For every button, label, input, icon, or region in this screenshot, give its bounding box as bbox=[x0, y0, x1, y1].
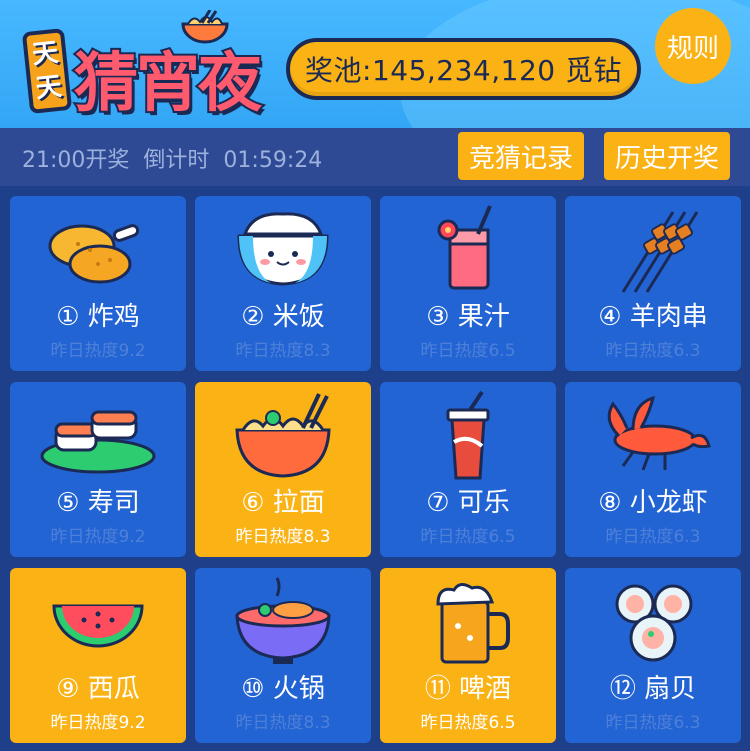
fried-chicken-icon bbox=[48, 224, 140, 284]
food-card-crayfish[interactable]: ⑧ 小龙虾 昨日热度6.3 bbox=[565, 382, 741, 557]
juice-icon bbox=[437, 205, 492, 290]
food-name: ⑧ 小龙虾 bbox=[598, 488, 708, 518]
logo-badge: 天 天 bbox=[21, 28, 73, 114]
food-card-rice[interactable]: ② 米饭 昨日热度8.3 bbox=[195, 196, 371, 371]
food-heat: 昨日热度6.5 bbox=[420, 341, 516, 361]
beer-icon bbox=[436, 583, 510, 664]
food-heat: 昨日热度9.2 bbox=[50, 527, 146, 547]
food-card-noodles[interactable]: ⑥ 拉面 昨日热度8.3 bbox=[195, 382, 371, 557]
food-heat: 昨日热度8.3 bbox=[235, 527, 331, 547]
draw-history-button[interactable]: 历史开奖 bbox=[604, 132, 730, 180]
logo-title: 猜宵夜 bbox=[72, 45, 264, 123]
watermelon-icon bbox=[52, 604, 144, 648]
food-name: ⑪ 啤酒 bbox=[424, 674, 512, 704]
food-heat: 昨日热度6.5 bbox=[420, 713, 516, 733]
food-name: ⑤ 寿司 bbox=[56, 488, 140, 518]
food-name: ⑨ 西瓜 bbox=[56, 674, 140, 704]
food-card-scallop[interactable]: ⑫ 扇贝 昨日热度6.3 bbox=[565, 568, 741, 743]
food-name: ⑫ 扇贝 bbox=[609, 674, 697, 704]
food-card-juice[interactable]: ③ 果汁 昨日热度6.5 bbox=[380, 196, 556, 371]
food-card-fried-chicken[interactable]: ① 炸鸡 昨日热度9.2 bbox=[10, 196, 186, 371]
logo-small-char-1: 天 bbox=[30, 37, 60, 71]
food-name: ⑦ 可乐 bbox=[426, 488, 510, 518]
food-heat: 昨日热度9.2 bbox=[50, 341, 146, 361]
food-heat: 昨日热度6.3 bbox=[605, 341, 701, 361]
logo-small-char-2: 天 bbox=[34, 71, 64, 105]
food-card-watermelon[interactable]: ⑨ 西瓜 昨日热度9.2 bbox=[10, 568, 186, 743]
sushi-icon bbox=[40, 410, 156, 474]
food-card-hotpot[interactable]: ⑩ 火锅 昨日热度8.3 bbox=[195, 568, 371, 743]
rice-bowl-icon bbox=[237, 212, 329, 286]
food-heat: 昨日热度6.3 bbox=[605, 713, 701, 733]
food-name: ③ 果汁 bbox=[426, 302, 510, 332]
food-heat: 昨日热度8.3 bbox=[235, 341, 331, 361]
food-card-skewers[interactable]: ④ 羊肉串 昨日热度6.3 bbox=[565, 196, 741, 371]
app-logo: 天 天 猜宵夜 bbox=[21, 8, 302, 123]
prize-pool-label: 奖池:145,234,120 觅钻 bbox=[305, 54, 622, 87]
header: 天 天 猜宵夜 奖池:145,234,120 觅钻 规则 bbox=[0, 0, 750, 128]
crayfish-icon bbox=[607, 395, 711, 471]
draw-time: 21:00开奖 bbox=[22, 148, 130, 173]
cola-icon bbox=[446, 390, 490, 480]
scallop-icon bbox=[615, 584, 693, 662]
noodles-icon bbox=[235, 393, 331, 478]
food-heat: 昨日热度6.3 bbox=[605, 527, 701, 547]
countdown-value: 01:59:24 bbox=[223, 148, 323, 173]
guess-records-button[interactable]: 竞猜记录 bbox=[458, 132, 584, 180]
hotpot-icon bbox=[235, 577, 331, 664]
food-heat: 昨日热度6.5 bbox=[420, 527, 516, 547]
countdown-label: 倒计时 bbox=[143, 148, 210, 173]
food-card-beer[interactable]: ⑪ 啤酒 昨日热度6.5 bbox=[380, 568, 556, 743]
food-name: ⑥ 拉面 bbox=[241, 488, 325, 518]
prize-pool-banner: 奖池:145,234,120 觅钻 bbox=[286, 38, 641, 100]
food-heat: 昨日热度8.3 bbox=[235, 713, 331, 733]
food-card-cola[interactable]: ⑦ 可乐 昨日热度6.5 bbox=[380, 382, 556, 557]
food-heat: 昨日热度9.2 bbox=[50, 713, 146, 733]
food-name: ⑩ 火锅 bbox=[241, 674, 325, 704]
food-card-sushi[interactable]: ⑤ 寿司 昨日热度9.2 bbox=[10, 382, 186, 557]
food-name: ② 米饭 bbox=[241, 302, 325, 332]
food-grid: ① 炸鸡 昨日热度9.2 ② 米饭 昨日热度8.3 ③ 果汁 昨日热度6.5 ④… bbox=[10, 196, 741, 751]
draw-countdown: 21:00开奖 倒计时 01:59:24 bbox=[22, 142, 336, 174]
rules-button[interactable]: 规则 bbox=[655, 8, 731, 84]
food-name: ① 炸鸡 bbox=[56, 302, 140, 332]
skewers-icon bbox=[621, 211, 699, 293]
food-name: ④ 羊肉串 bbox=[598, 302, 708, 332]
